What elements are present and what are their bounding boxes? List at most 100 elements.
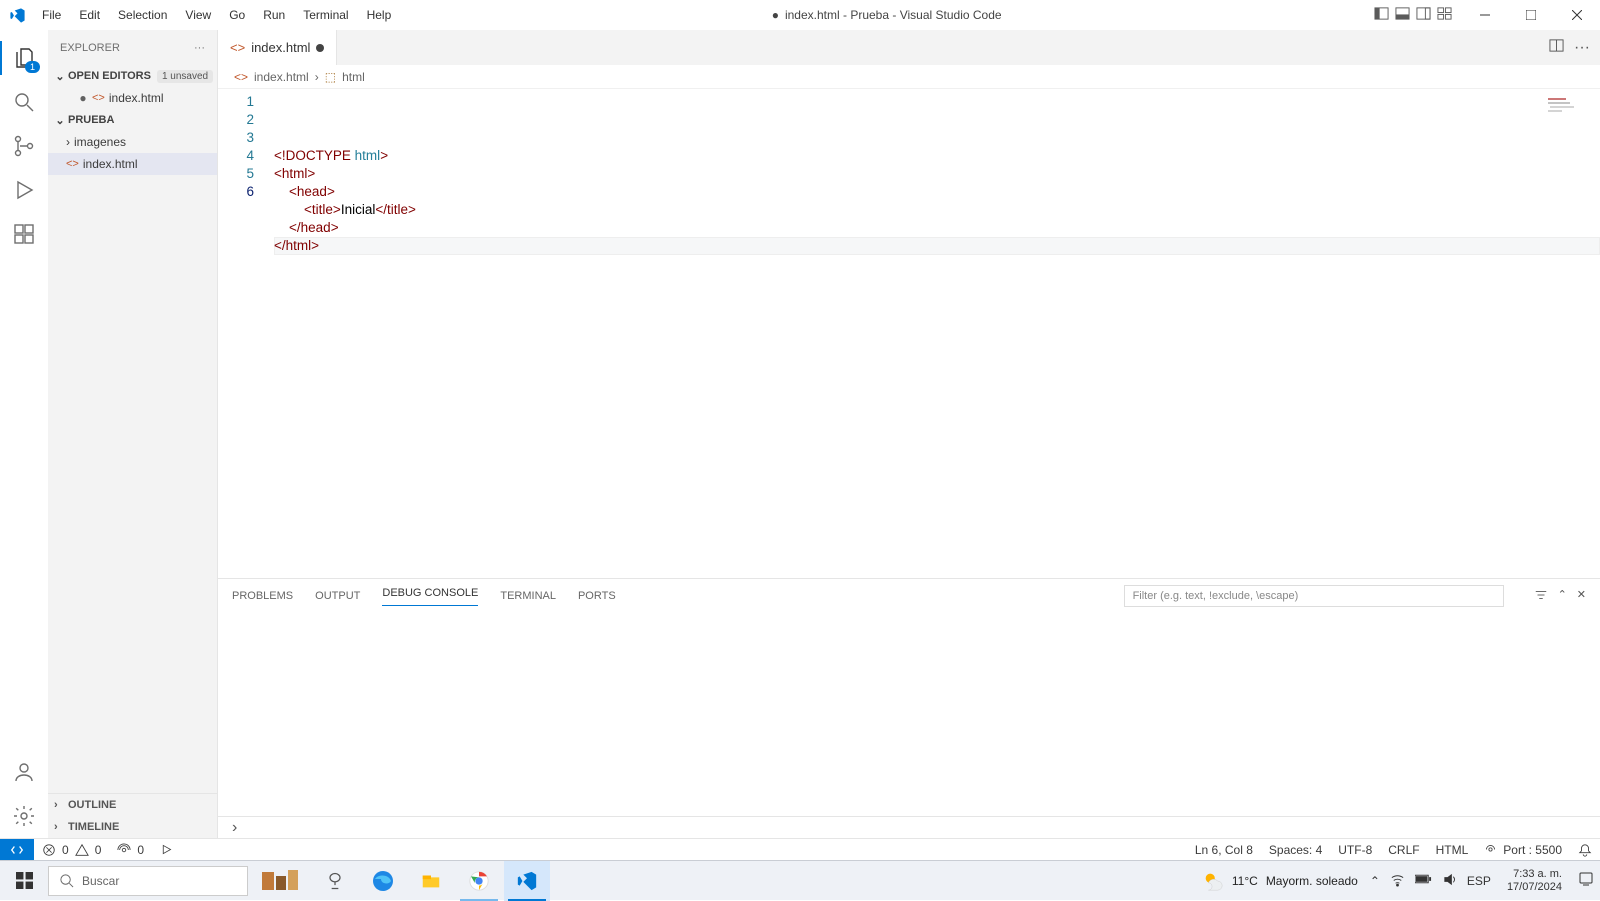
tray-wifi-icon[interactable] <box>1390 872 1405 890</box>
taskbar-file-explorer[interactable] <box>408 861 454 901</box>
taskbar-weather[interactable]: 11°C Mayorm. soleado <box>1202 870 1370 892</box>
tray-ime[interactable]: ESP <box>1467 874 1491 888</box>
toggle-panel-icon[interactable] <box>1395 6 1410 24</box>
tray-clock[interactable]: 7:33 a. m.17/07/2024 <box>1501 868 1568 894</box>
chevron-down-icon: ⌄ <box>52 114 68 127</box>
modified-dot-icon <box>316 44 324 52</box>
taskbar-widget[interactable] <box>250 861 310 901</box>
tray-battery-icon[interactable] <box>1415 873 1432 888</box>
tag-icon: ⬚ <box>325 70 336 84</box>
tray-chevron-icon[interactable]: ⌃ <box>1370 874 1380 888</box>
line-numbers: 123456 <box>218 89 268 578</box>
code-editor[interactable]: 123456 <!DOCTYPE html><html> <head> <tit… <box>218 89 1600 578</box>
project-section[interactable]: ⌄ Prueba <box>48 109 217 131</box>
menu-bar: FileEditSelectionViewGoRunTerminalHelp <box>34 2 399 28</box>
activity-bar: 1 <box>0 30 48 838</box>
window-maximize-button[interactable] <box>1508 0 1554 30</box>
status-ports[interactable]: 0 <box>109 839 152 860</box>
open-editors-section[interactable]: ⌄ Open Editors 1 unsaved <box>48 65 217 87</box>
chevron-down-icon: ⌄ <box>52 70 68 83</box>
panel-tab-ports[interactable]: PORTS <box>578 590 616 602</box>
outline-section[interactable]: ›Outline <box>48 794 217 816</box>
taskbar-edge[interactable] <box>360 861 406 901</box>
panel-filter-input[interactable]: Filter (e.g. text, !exclude, \escape) <box>1124 585 1504 607</box>
window-minimize-button[interactable] <box>1462 0 1508 30</box>
panel-tab-terminal[interactable]: TERMINAL <box>500 590 556 602</box>
tab-index-html[interactable]: <> index.html <box>218 30 337 65</box>
folder-item-imagenes[interactable]: › imagenes <box>48 131 217 153</box>
timeline-section[interactable]: ›Timeline <box>48 816 217 838</box>
breadcrumb-toggle[interactable]: › <box>218 816 1600 838</box>
explorer-more-icon[interactable]: ··· <box>194 42 205 54</box>
menu-run[interactable]: Run <box>255 2 293 28</box>
system-tray: ⌃ ESP 7:33 a. m.17/07/2024 <box>1370 868 1600 894</box>
split-editor-icon[interactable] <box>1549 38 1564 58</box>
menu-go[interactable]: Go <box>221 2 253 28</box>
breadcrumb[interactable]: <> index.html › ⬚ html <box>218 65 1600 89</box>
html-file-icon: <> <box>230 40 245 55</box>
status-cursor-position[interactable]: Ln 6, Col 8 <box>1187 843 1261 857</box>
editor-group: <> index.html ··· <> index.html › ⬚ html… <box>218 30 1600 838</box>
html-file-icon: <> <box>92 92 105 104</box>
activity-extensions[interactable] <box>0 212 48 256</box>
taskbar-vscode[interactable] <box>504 861 550 901</box>
status-language[interactable]: HTML <box>1428 843 1477 857</box>
file-item-index[interactable]: <> index.html <box>48 153 217 175</box>
code-content[interactable]: <!DOCTYPE html><html> <head> <title>Inic… <box>268 89 1600 578</box>
toggle-secondary-sidebar-icon[interactable] <box>1416 6 1431 24</box>
status-eol[interactable]: CRLF <box>1380 843 1427 857</box>
panel-tab-output[interactable]: OUTPUT <box>315 590 360 602</box>
status-indentation[interactable]: Spaces: 4 <box>1261 843 1330 857</box>
status-bar: 0 0 0 Ln 6, Col 8 Spaces: 4 UTF-8 CRLF H… <box>0 838 1600 860</box>
status-live-server[interactable]: Port : 5500 <box>1476 843 1570 857</box>
open-editor-item[interactable]: ● <> index.html <box>48 87 217 109</box>
filter-icon[interactable] <box>1534 588 1548 605</box>
activity-search[interactable] <box>0 80 48 124</box>
editor-more-icon[interactable]: ··· <box>1574 39 1590 57</box>
explorer-title: Explorer <box>60 42 120 54</box>
editor-tabs: <> index.html ··· <box>218 30 1600 65</box>
window-close-button[interactable] <box>1554 0 1600 30</box>
menu-selection[interactable]: Selection <box>110 2 175 28</box>
menu-terminal[interactable]: Terminal <box>295 2 356 28</box>
explorer-badge: 1 <box>25 61 40 73</box>
status-run[interactable] <box>152 839 181 860</box>
tray-volume-icon[interactable] <box>1442 872 1457 890</box>
status-notifications[interactable] <box>1570 843 1600 857</box>
taskbar-chrome[interactable] <box>456 861 502 901</box>
panel-tabs: PROBLEMS OUTPUT DEBUG CONSOLE TERMINAL PORTS… <box>218 579 1600 613</box>
menu-file[interactable]: File <box>34 2 69 28</box>
taskbar-search[interactable]: Buscar <box>48 866 248 896</box>
menu-edit[interactable]: Edit <box>71 2 108 28</box>
layout-controls <box>1374 6 1462 24</box>
chevron-up-icon[interactable]: ⌃ <box>1558 588 1567 605</box>
html-file-icon: <> <box>234 70 248 84</box>
panel-tab-problems[interactable]: PROBLEMS <box>232 590 293 602</box>
modified-dot-icon: ● <box>78 91 88 105</box>
status-encoding[interactable]: UTF-8 <box>1330 843 1380 857</box>
close-panel-icon[interactable]: ✕ <box>1577 588 1586 605</box>
remote-indicator[interactable] <box>0 839 34 861</box>
menu-view[interactable]: View <box>177 2 219 28</box>
chevron-right-icon: › <box>66 135 70 149</box>
start-button[interactable] <box>0 861 48 901</box>
windows-taskbar: Buscar 11°C Mayorm. soleado ⌃ ESP 7:33 a… <box>0 860 1600 900</box>
activity-debug[interactable] <box>0 168 48 212</box>
explorer-sidebar: Explorer ··· ⌄ Open Editors 1 unsaved ● … <box>48 30 218 838</box>
bottom-panel: PROBLEMS OUTPUT DEBUG CONSOLE TERMINAL PORTS… <box>218 578 1600 816</box>
html-file-icon: <> <box>66 158 79 170</box>
modified-dot: ● <box>772 8 779 22</box>
status-problems[interactable]: 0 0 <box>34 839 109 860</box>
activity-explorer[interactable]: 1 <box>0 36 48 80</box>
toggle-primary-sidebar-icon[interactable] <box>1374 6 1389 24</box>
panel-tab-debug-console[interactable]: DEBUG CONSOLE <box>382 587 478 606</box>
activity-settings[interactable] <box>0 794 48 838</box>
window-title: ● index.html - Prueba - Visual Studio Co… <box>399 8 1374 22</box>
tray-notifications-icon[interactable] <box>1578 871 1594 890</box>
minimap[interactable] <box>1546 95 1582 117</box>
activity-source-control[interactable] <box>0 124 48 168</box>
activity-account[interactable] <box>0 750 48 794</box>
customize-layout-icon[interactable] <box>1437 6 1452 24</box>
taskbar-task-view[interactable] <box>312 861 358 901</box>
menu-help[interactable]: Help <box>359 2 400 28</box>
